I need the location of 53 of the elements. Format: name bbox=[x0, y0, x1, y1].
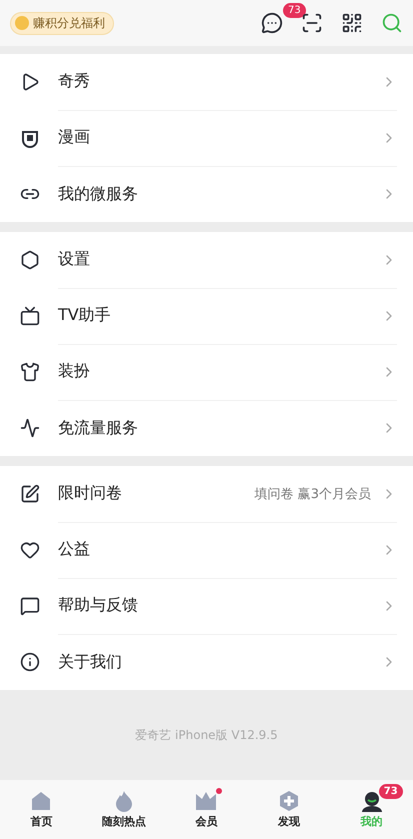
chat-icon bbox=[261, 12, 283, 34]
wave-icon bbox=[20, 418, 40, 438]
avatar-icon bbox=[360, 790, 383, 812]
tab[interactable]: 随刻热点 bbox=[82, 780, 166, 839]
tv-icon bbox=[20, 306, 40, 326]
plus-hexagon-icon bbox=[278, 790, 300, 812]
search-icon bbox=[381, 12, 403, 34]
version-text: 爱奇艺 iPhone版 V12.9.5 bbox=[135, 726, 278, 744]
menu-item[interactable]: 帮助与反馈 bbox=[0, 578, 413, 634]
heart-icon bbox=[20, 540, 40, 560]
promo-note: 填问卷 赢3个月会员 bbox=[254, 486, 371, 502]
menu-label: 帮助与反馈 bbox=[58, 595, 139, 616]
menu-item[interactable]: 漫画 bbox=[0, 110, 413, 166]
scan-button[interactable] bbox=[301, 12, 323, 34]
menu-label: 我的微服务 bbox=[58, 184, 139, 204]
shield-icon bbox=[20, 128, 40, 148]
menu-item[interactable]: 设置 bbox=[0, 232, 413, 288]
menu-label: 漫画 bbox=[58, 127, 91, 148]
menu-item[interactable]: 限时问卷 填问卷 赢3个月会员 bbox=[0, 466, 413, 522]
menu-label: 设置 bbox=[58, 249, 91, 270]
chat-icon bbox=[20, 596, 40, 616]
qr-code-button[interactable] bbox=[341, 12, 363, 34]
scan-icon bbox=[301, 12, 323, 34]
menu-item[interactable]: 公益 bbox=[0, 522, 413, 578]
menu-label: 奇秀 bbox=[58, 71, 91, 92]
menu-item[interactable]: 关于我们 bbox=[0, 634, 413, 690]
coin-icon bbox=[15, 16, 29, 30]
edit-icon bbox=[20, 484, 40, 504]
menu-item[interactable]: TV助手 bbox=[0, 288, 413, 344]
tab[interactable]: 首页 bbox=[0, 780, 83, 839]
tab[interactable]: 会员 bbox=[165, 780, 248, 839]
menu-label: 关于我们 bbox=[58, 652, 123, 672]
menu-label: 免流量服务 bbox=[58, 418, 139, 438]
shirt-icon bbox=[20, 362, 40, 382]
rewards-chip[interactable]: 赚积分兑福利 bbox=[10, 12, 114, 34]
messages-button[interactable] bbox=[261, 12, 283, 34]
info-icon bbox=[20, 652, 40, 672]
menu-label: 限时问卷 bbox=[58, 483, 123, 504]
home-icon bbox=[30, 790, 52, 812]
count-badge: 73 bbox=[378, 784, 403, 799]
count-badge: 73 bbox=[283, 3, 306, 18]
menu-item[interactable]: 我的微服务 bbox=[0, 166, 413, 222]
menu-label: 公益 bbox=[58, 539, 91, 560]
tab[interactable]: 73 我的 bbox=[330, 780, 413, 839]
menu-item[interactable]: 免流量服务 bbox=[0, 400, 413, 456]
menu-item[interactable]: 装扮 bbox=[0, 344, 413, 400]
qr-code-icon bbox=[341, 12, 363, 34]
tab[interactable]: 发现 bbox=[248, 780, 330, 839]
crown-icon bbox=[194, 790, 218, 812]
menu-item[interactable]: 奇秀 bbox=[0, 54, 413, 110]
menu-label: 装扮 bbox=[58, 361, 91, 382]
hexagon-icon bbox=[20, 250, 40, 270]
menu-label: TV助手 bbox=[58, 305, 112, 326]
